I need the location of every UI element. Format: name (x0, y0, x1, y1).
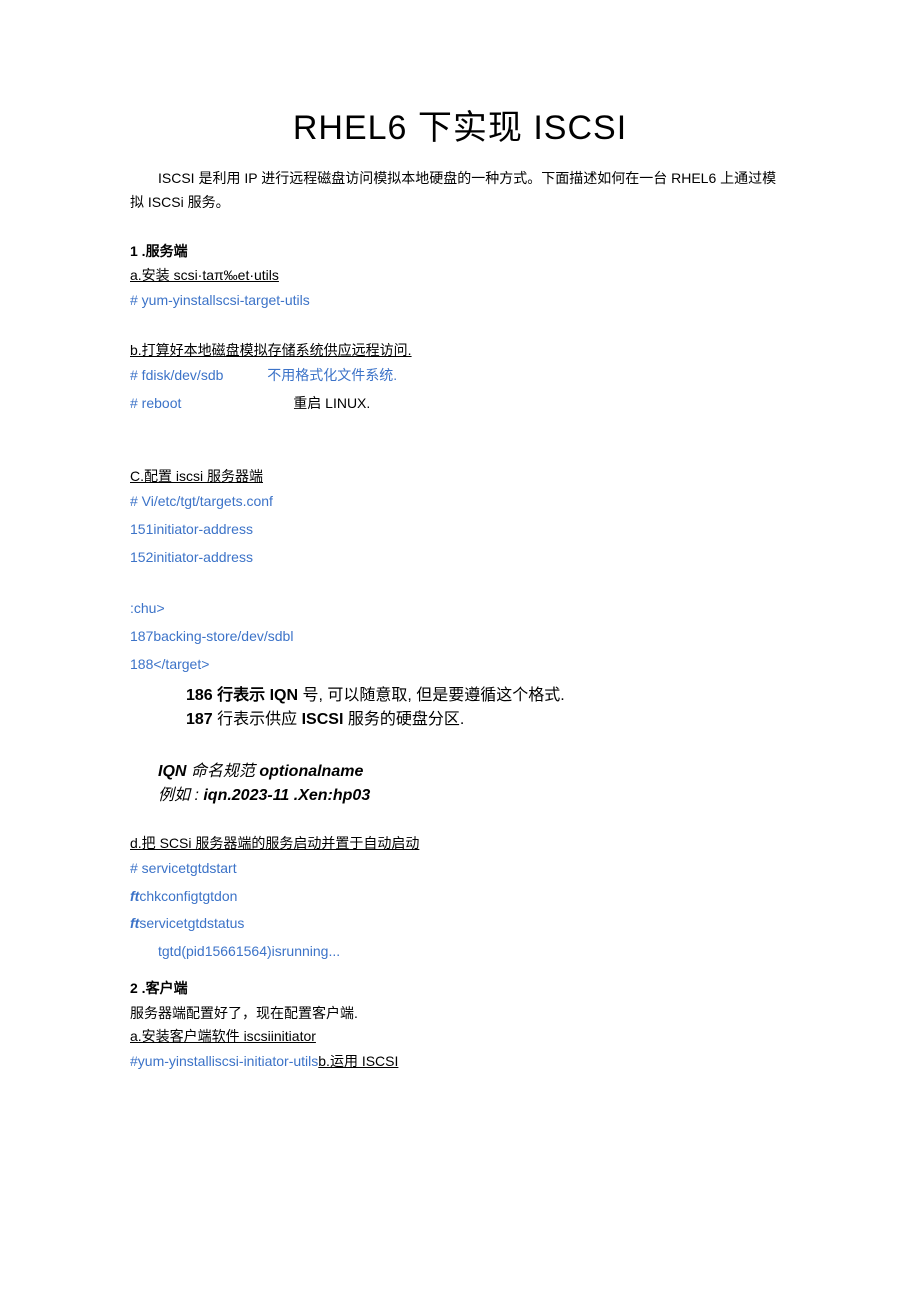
s1-c-note1-a: 186 行表示 (186, 687, 270, 704)
s1-c-cmd3: 152initiator-address (130, 546, 790, 570)
s1-d-cmd3-ft: ft (130, 915, 139, 931)
s1-d-cmd1: # servicetgtdstart (130, 857, 790, 881)
s1-d-cmd4: tgtd(pid15661564)isrunning... (130, 940, 790, 964)
section-1-head: 1 .服务端 (130, 241, 790, 261)
s1-c-iqn1-b: 命名规范 (191, 763, 259, 780)
s1-c-cmd5: 187backing-store/dev/sdbl (130, 625, 790, 649)
s1-c-note2-d: 服务的硬盘分区. (343, 711, 464, 728)
s1-d-cmd2-txt: chkconfigtgtdon (139, 888, 237, 904)
s1-d-cmd2: ftchkconfigtgtdon (130, 885, 790, 909)
s1-c-cmd4: :chu> (130, 597, 790, 621)
s1-c-note1-b: IQN (270, 687, 298, 704)
s1-b-cmd2-right: 重启 LINUX. (293, 395, 370, 411)
s2-a-b: b.运用 ISCSI (318, 1053, 398, 1069)
s1-d-cmd3-txt: servicetgtdstatus (139, 915, 244, 931)
s1-d-cmd2-ft: ft (130, 888, 139, 904)
s1-c-note2-b: 行表示供应 (213, 711, 302, 728)
s1-c-note2-c: ISCSI (302, 711, 344, 728)
s1-c-iqn1-a: IQN (158, 763, 191, 780)
s2-line1: 服务器端配置好了，现在配置客户端. (130, 1002, 790, 1026)
s1-a-cmd1: # yum-yinstallscsi-target-utils (130, 289, 790, 313)
s1-b-head: b.打算好本地磁盘模拟存储系统供应远程访问. (130, 340, 790, 360)
page-body: RHEL6 下实现 ISCSI ISCSI 是利用 IP 进行远程磁盘访问模拟本… (0, 0, 920, 1301)
s1-c-cmd2: 151initiator-address (130, 518, 790, 542)
s1-c-note1: 186 行表示 IQN 号, 可以随意取, 但是要遵循这个格式. (130, 681, 790, 705)
s1-b-cmd1: # fdisk/dev/sdb 不用格式化文件系统. (130, 364, 790, 388)
s1-c-iqn1: IQN 命名规范 optionalname (130, 757, 790, 781)
s1-c-note1-c: 号, 可以随意取, 但是要遵循这个格式. (298, 687, 565, 704)
s1-a-head: a.安装 scsi·taπ‰et·utils (130, 265, 790, 285)
s1-c-note2: 187 行表示供应 ISCSI 服务的硬盘分区. (130, 705, 790, 729)
s1-c-note2-a: 187 (186, 711, 213, 728)
s1-b-cmd1-left: # fdisk/dev/sdb (130, 367, 223, 383)
doc-title: RHEL6 下实现 ISCSI (130, 100, 790, 149)
s1-c-head: C.配置 iscsi 服务器端 (130, 466, 790, 486)
s1-c-cmd1: # Vi/etc/tgt/targets.conf (130, 490, 790, 514)
s1-c-iqn1-c: optionalname (259, 763, 363, 780)
s1-b-cmd2: # reboot 重启 LINUX. (130, 392, 790, 416)
s1-d-head: d.把 SCSi 服务器端的服务启动并置于自动启动 (130, 833, 790, 853)
s1-c-iqn2: 例如 : iqn.2023-11 .Xen:hp03 (130, 781, 790, 805)
s1-c-iqn2-a: 例如 : (158, 787, 203, 804)
intro-paragraph: ISCSI 是利用 IP 进行远程磁盘访问模拟本地硬盘的一种方式。下面描述如何在… (130, 167, 790, 215)
s1-b-cmd1-right: 不用格式化文件系统. (267, 367, 397, 383)
s2-a-cmd1: #yum-yinstalliscsi-initiator-utils (130, 1053, 318, 1069)
s1-d-cmd3: ftservicetgtdstatus (130, 912, 790, 936)
s1-c-iqn2-b: iqn.2023-11 .Xen:hp03 (203, 787, 370, 804)
section-2-head: 2 .客户端 (130, 978, 790, 998)
s2-a-row: #yum-yinstalliscsi-initiator-utilsb.运用 I… (130, 1050, 790, 1074)
s1-b-cmd2-left: # reboot (130, 395, 181, 411)
s1-c-cmd6: 188</target> (130, 653, 790, 677)
s2-a-head: a.安装客户端软件 iscsiinitiator (130, 1026, 790, 1046)
